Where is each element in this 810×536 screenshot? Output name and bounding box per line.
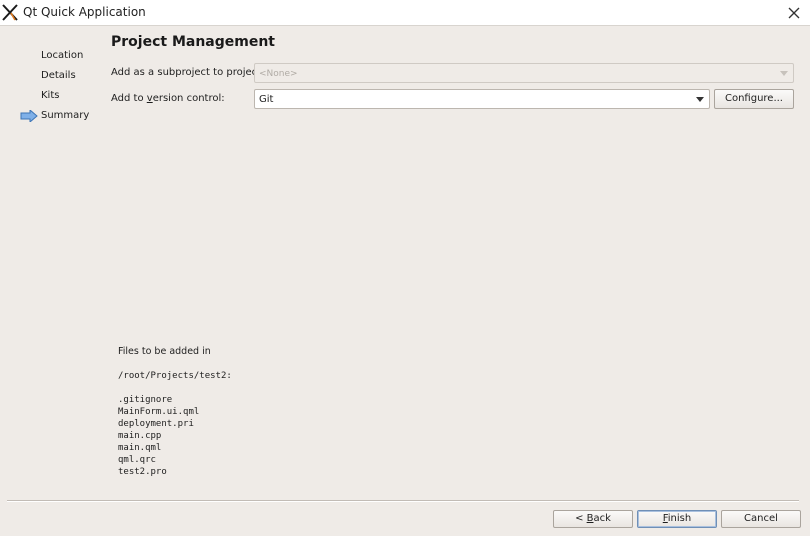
close-button[interactable] <box>784 3 804 23</box>
back-button[interactable]: < Back <box>553 510 633 528</box>
close-icon <box>788 7 800 19</box>
file-item: MainForm.ui.qml <box>118 407 200 417</box>
file-item: deployment.pri <box>118 419 194 429</box>
files-path: /root/Projects/test2: <box>118 371 232 381</box>
title-bar: Qt Quick Application <box>0 0 810 26</box>
chevron-down-icon <box>696 97 704 102</box>
step-location: Location <box>41 50 84 61</box>
cancel-button[interactable]: Cancel <box>721 510 801 528</box>
version-control-label: Add to version control: <box>111 93 225 104</box>
qt-creator-icon <box>2 4 18 21</box>
files-heading: Files to be added in <box>118 346 211 357</box>
finish-button[interactable]: Finish <box>637 510 717 528</box>
version-control-combo[interactable]: Git <box>254 89 710 109</box>
current-step-arrow-icon <box>20 110 38 122</box>
subproject-combo: <None> <box>254 63 794 83</box>
page-title: Project Management <box>111 34 275 50</box>
file-item: .gitignore <box>118 395 173 405</box>
file-item: test2.pro <box>118 467 167 477</box>
footer-separator <box>7 500 799 502</box>
step-details: Details <box>41 70 76 81</box>
chevron-down-icon <box>780 71 788 76</box>
version-control-value: Git <box>259 94 274 105</box>
file-item: qml.qrc <box>118 455 156 465</box>
file-item: main.qml <box>118 443 162 453</box>
configure-button[interactable]: Configure... <box>714 89 794 109</box>
window-title: Qt Quick Application <box>23 5 146 19</box>
subproject-label: Add as a subproject to project: <box>111 67 265 78</box>
step-summary: Summary <box>41 110 90 121</box>
step-kits: Kits <box>41 90 60 101</box>
files-summary: Files to be added in /root/Projects/test… <box>118 346 232 478</box>
subproject-value: <None> <box>259 69 298 79</box>
file-item: main.cpp <box>118 431 162 441</box>
